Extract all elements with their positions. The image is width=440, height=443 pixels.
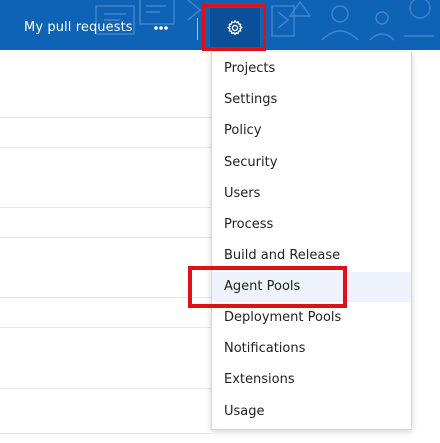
my-pull-requests-link[interactable]: My pull requests: [24, 20, 133, 35]
menu-item-policy[interactable]: Policy: [212, 116, 411, 146]
more-options-button[interactable]: [151, 18, 171, 38]
top-navigation-bar: My pull requests: [0, 0, 440, 50]
menu-item-extensions[interactable]: Extensions: [212, 365, 411, 395]
list-row-divider: [0, 327, 211, 328]
list-row-divider: [0, 207, 211, 208]
menu-item-security[interactable]: Security: [212, 148, 411, 178]
menu-item-settings[interactable]: Settings: [212, 85, 411, 115]
menu-item-deployment-pools[interactable]: Deployment Pools: [212, 303, 411, 333]
menu-item-agent-pools[interactable]: Agent Pools: [212, 272, 411, 302]
menu-item-process[interactable]: Process: [212, 210, 411, 240]
gear-icon: [227, 19, 243, 36]
list-row-divider: [0, 147, 211, 148]
list-row-divider: [0, 388, 211, 389]
list-row-divider: [0, 237, 211, 238]
ellipsis-icon: [154, 26, 168, 30]
menu-item-notifications[interactable]: Notifications: [212, 334, 411, 364]
menu-item-build-and-release[interactable]: Build and Release: [212, 241, 411, 271]
settings-menu-screenshot: My pull requests Projects Settings Polic…: [0, 0, 440, 443]
menu-item-projects[interactable]: Projects: [212, 54, 411, 84]
list-row-divider: [0, 117, 211, 118]
list-row-divider: [0, 297, 211, 298]
menu-item-users[interactable]: Users: [212, 179, 411, 209]
header-divider: [197, 18, 198, 40]
settings-dropdown-menu: Projects Settings Policy Security Users …: [211, 52, 412, 430]
menu-item-usage[interactable]: Usage: [212, 397, 411, 427]
list-row-divider: [0, 433, 211, 434]
settings-gear-button[interactable]: [210, 8, 260, 47]
